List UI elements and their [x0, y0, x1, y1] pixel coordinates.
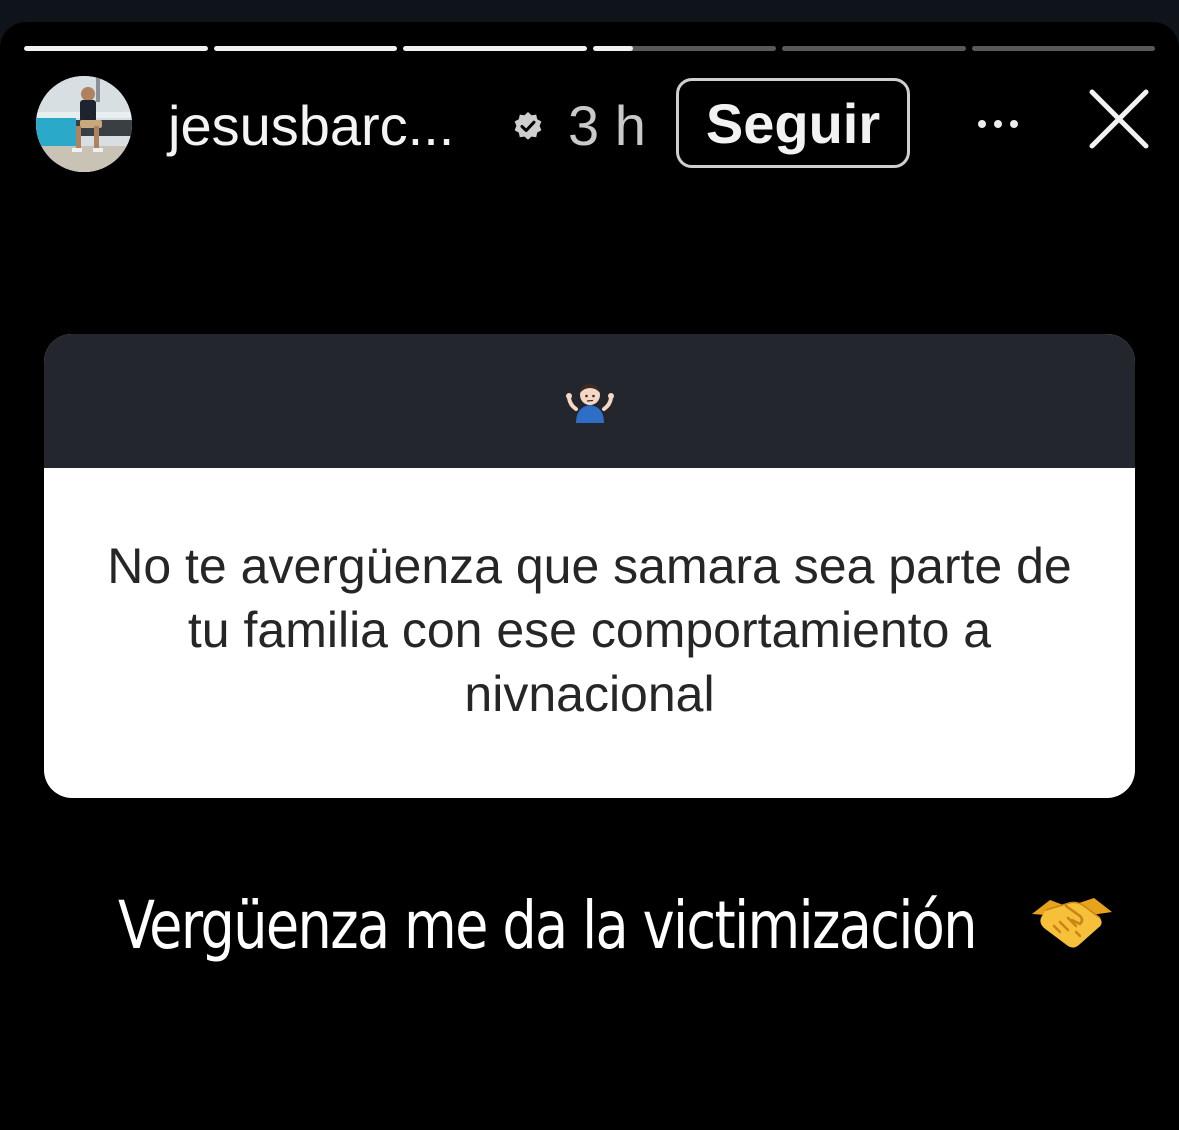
progress-segment: [403, 46, 587, 51]
avatar[interactable]: [36, 76, 132, 172]
close-icon[interactable]: [1086, 86, 1152, 152]
username[interactable]: jesusbarc...: [168, 94, 454, 158]
avatar-photo: [36, 76, 132, 172]
verified-badge-icon: [514, 112, 542, 140]
handshake-emoji: [1032, 898, 1112, 948]
follow-button[interactable]: Seguir: [676, 78, 910, 168]
question-sticker: No te avergüenza que samara sea parte de…: [44, 334, 1135, 798]
story-header: jesusbarc... 3 h Seguir: [0, 74, 1179, 174]
progress-segment: [971, 46, 1155, 51]
more-icon[interactable]: [968, 94, 1028, 154]
progress-segment-fill: [403, 46, 587, 51]
person-shrugging-emoji: [565, 384, 614, 423]
question-sticker-header: [44, 334, 1135, 468]
progress-segment: [24, 46, 208, 51]
progress-segment: [213, 46, 397, 51]
progress-segment: [592, 46, 776, 51]
story-viewer[interactable]: jesusbarc... 3 h Seguir No te avergüenza…: [0, 22, 1179, 1130]
progress-segment-fill: [24, 46, 208, 51]
answer-caption: Vergüenza me da la victimización: [118, 880, 1118, 970]
progress-segment: [782, 46, 966, 51]
more-dot: [978, 120, 986, 128]
more-dot: [1010, 120, 1018, 128]
post-time: 3 h: [568, 94, 646, 157]
answer-text: Vergüenza me da la victimización: [118, 886, 978, 964]
progress-segment-fill: [213, 46, 397, 51]
more-dot: [994, 120, 1002, 128]
story-progress-bar: [24, 46, 1155, 52]
progress-segment-fill: [592, 46, 633, 51]
question-text: No te avergüenza que samara sea parte de…: [107, 538, 1072, 722]
